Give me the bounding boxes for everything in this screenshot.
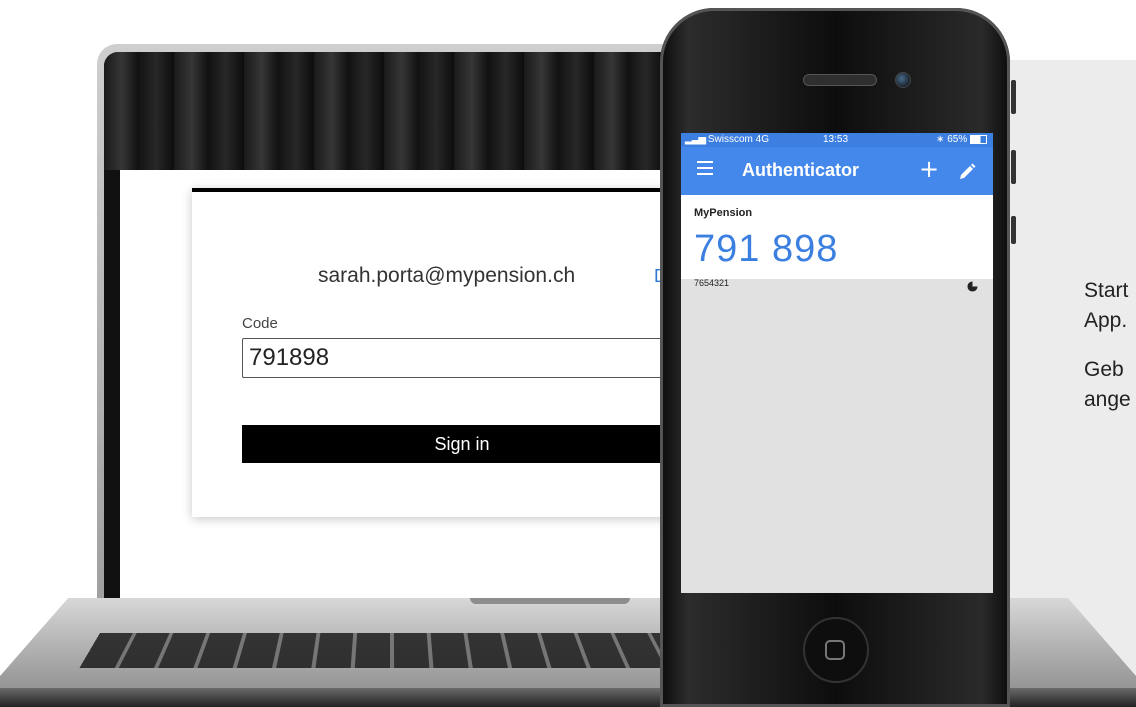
app-bar: Authenticator + xyxy=(681,147,993,195)
phone-side-button xyxy=(1011,150,1016,184)
signal-bars-icon: ▂▃▅ xyxy=(685,134,706,145)
status-time: 13:53 xyxy=(823,134,849,145)
signin-card: sarah.porta@mypension.ch D Code Sign in xyxy=(192,188,682,517)
app-title: Authenticator xyxy=(742,160,859,180)
phone-speaker xyxy=(803,74,877,86)
instruction-line-3: Geb xyxy=(1084,358,1124,381)
battery-percent: 65% xyxy=(947,134,968,145)
carrier-label: ▂▃▅ Swisscom 4G xyxy=(685,134,769,145)
pencil-icon[interactable] xyxy=(957,162,977,182)
entry-issuer: MyPension xyxy=(694,207,753,219)
laptop-wallpaper-strip xyxy=(104,52,734,170)
bluetooth-icon: ∗ xyxy=(936,134,945,145)
hamburger-menu-icon[interactable] xyxy=(697,161,713,175)
instruction-line-1: Start xyxy=(1084,279,1129,302)
battery-status: ∗ 65% xyxy=(936,134,987,145)
phone-screen: ▂▃▅ Swisscom 4G 13:53 ∗ 65% Authenticato… xyxy=(681,133,993,593)
account-email: sarah.porta@mypension.ch xyxy=(318,264,576,287)
entry-code: 791 898 xyxy=(694,228,839,270)
carrier-text: Swisscom 4G xyxy=(707,134,769,145)
phone-camera-icon xyxy=(895,72,911,88)
countdown-timer-icon xyxy=(967,281,978,292)
phone-side-button xyxy=(1011,216,1016,244)
code-input[interactable] xyxy=(242,338,682,378)
laptop-notch xyxy=(470,598,630,604)
phone-side-button xyxy=(1011,80,1016,114)
code-label: Code xyxy=(242,315,278,332)
plus-icon[interactable]: + xyxy=(919,155,939,183)
sign-in-button[interactable]: Sign in xyxy=(242,425,682,463)
entry-account: 7654321 xyxy=(694,278,730,288)
home-square-icon xyxy=(825,640,845,660)
instruction-line-4: ange xyxy=(1084,388,1131,411)
laptop-keyboard xyxy=(79,633,701,668)
account-entry[interactable]: MyPension 791 898 7654321 xyxy=(681,195,993,292)
status-bar: ▂▃▅ Swisscom 4G 13:53 ∗ 65% xyxy=(681,133,993,147)
instruction-line-2: App. xyxy=(1084,309,1128,332)
battery-icon xyxy=(970,134,987,144)
